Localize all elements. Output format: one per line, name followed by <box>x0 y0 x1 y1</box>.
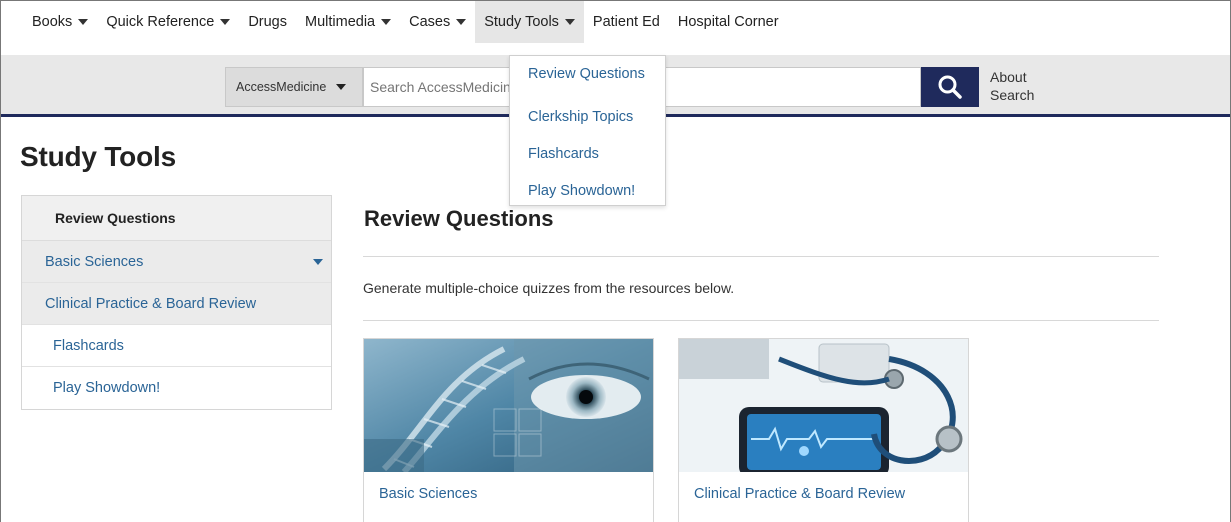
caret-down-icon <box>336 84 347 90</box>
page-title: Study Tools <box>20 141 176 172</box>
nav-label: Patient Ed <box>592 14 660 30</box>
divider <box>363 256 1159 257</box>
sidebar-item-label: Basic Sciences <box>45 253 144 270</box>
dna-eye-image <box>364 339 653 472</box>
browser-viewport: Books Quick Reference Drugs Multimedia C… <box>0 0 1231 522</box>
nav-hospital-corner[interactable]: Hospital Corner <box>669 1 788 43</box>
nav-patient-ed[interactable]: Patient Ed <box>584 1 669 43</box>
search-icon <box>938 75 962 99</box>
search-scope-select[interactable]: AccessMedicine <box>225 67 363 107</box>
card-title[interactable]: Basic Sciences <box>364 472 653 502</box>
section-description: Generate multiple-choice quizzes from th… <box>363 280 735 296</box>
caret-down-icon <box>78 19 89 25</box>
dropdown-item-play-showdown[interactable]: Play Showdown! <box>510 172 665 209</box>
nav-label: Cases <box>409 14 451 30</box>
caret-down-icon <box>381 19 392 25</box>
stethoscope-tablet-image <box>679 339 968 472</box>
divider <box>363 320 1159 321</box>
nav-cases[interactable]: Cases <box>400 1 475 43</box>
nav-label: Multimedia <box>305 14 376 30</box>
caret-down-icon[interactable] <box>313 259 323 265</box>
nav-quick-reference[interactable]: Quick Reference <box>97 1 239 43</box>
sidebar-item-flashcards[interactable]: Flashcards <box>22 325 331 367</box>
sidebar-item-play-showdown[interactable]: Play Showdown! <box>22 367 331 409</box>
search-button[interactable] <box>921 67 979 107</box>
dropdown-item-review-questions[interactable]: Review Questions <box>510 64 665 88</box>
caret-down-icon <box>220 19 231 25</box>
sidebar-item-basic-sciences[interactable]: Basic Sciences <box>22 241 331 283</box>
top-navigation: Books Quick Reference Drugs Multimedia C… <box>1 1 1230 55</box>
sidebar-header: Review Questions <box>22 196 331 241</box>
sidebar-item-label: Clinical Practice & Board Review <box>45 295 257 312</box>
sidebar: Review Questions Basic Sciences Clinical… <box>21 195 332 410</box>
nav-books[interactable]: Books <box>23 1 97 43</box>
nav-label: Drugs <box>248 14 287 30</box>
section-title: Review Questions <box>364 206 554 231</box>
nav-label: Hospital Corner <box>677 14 779 30</box>
dropdown-item-flashcards[interactable]: Flashcards <box>510 135 665 172</box>
caret-down-icon <box>456 19 467 25</box>
nav-drugs[interactable]: Drugs <box>239 1 296 43</box>
card-title[interactable]: Clinical Practice & Board Review <box>679 472 968 502</box>
study-tools-dropdown: Review Questions Clerkship Topics Flashc… <box>509 55 666 206</box>
sidebar-item-label: Flashcards <box>53 337 124 354</box>
dropdown-item-clerkship-topics[interactable]: Clerkship Topics <box>510 98 665 135</box>
nav-label: Quick Reference <box>106 14 215 30</box>
resource-card-clinical-practice[interactable]: Clinical Practice & Board Review <box>678 338 969 522</box>
caret-down-icon <box>564 19 575 25</box>
sidebar-item-label: Play Showdown! <box>53 380 161 396</box>
nav-label: Study Tools <box>484 14 559 30</box>
search-scope-label: AccessMedicine <box>236 80 327 94</box>
about-search-link[interactable]: About Search <box>990 68 1050 104</box>
nav-multimedia[interactable]: Multimedia <box>296 1 400 43</box>
resource-card-basic-sciences[interactable]: Basic Sciences <box>363 338 654 522</box>
nav-label: Books <box>32 14 73 30</box>
sidebar-item-clinical-practice[interactable]: Clinical Practice & Board Review <box>22 283 331 325</box>
nav-study-tools[interactable]: Study Tools <box>475 1 584 43</box>
